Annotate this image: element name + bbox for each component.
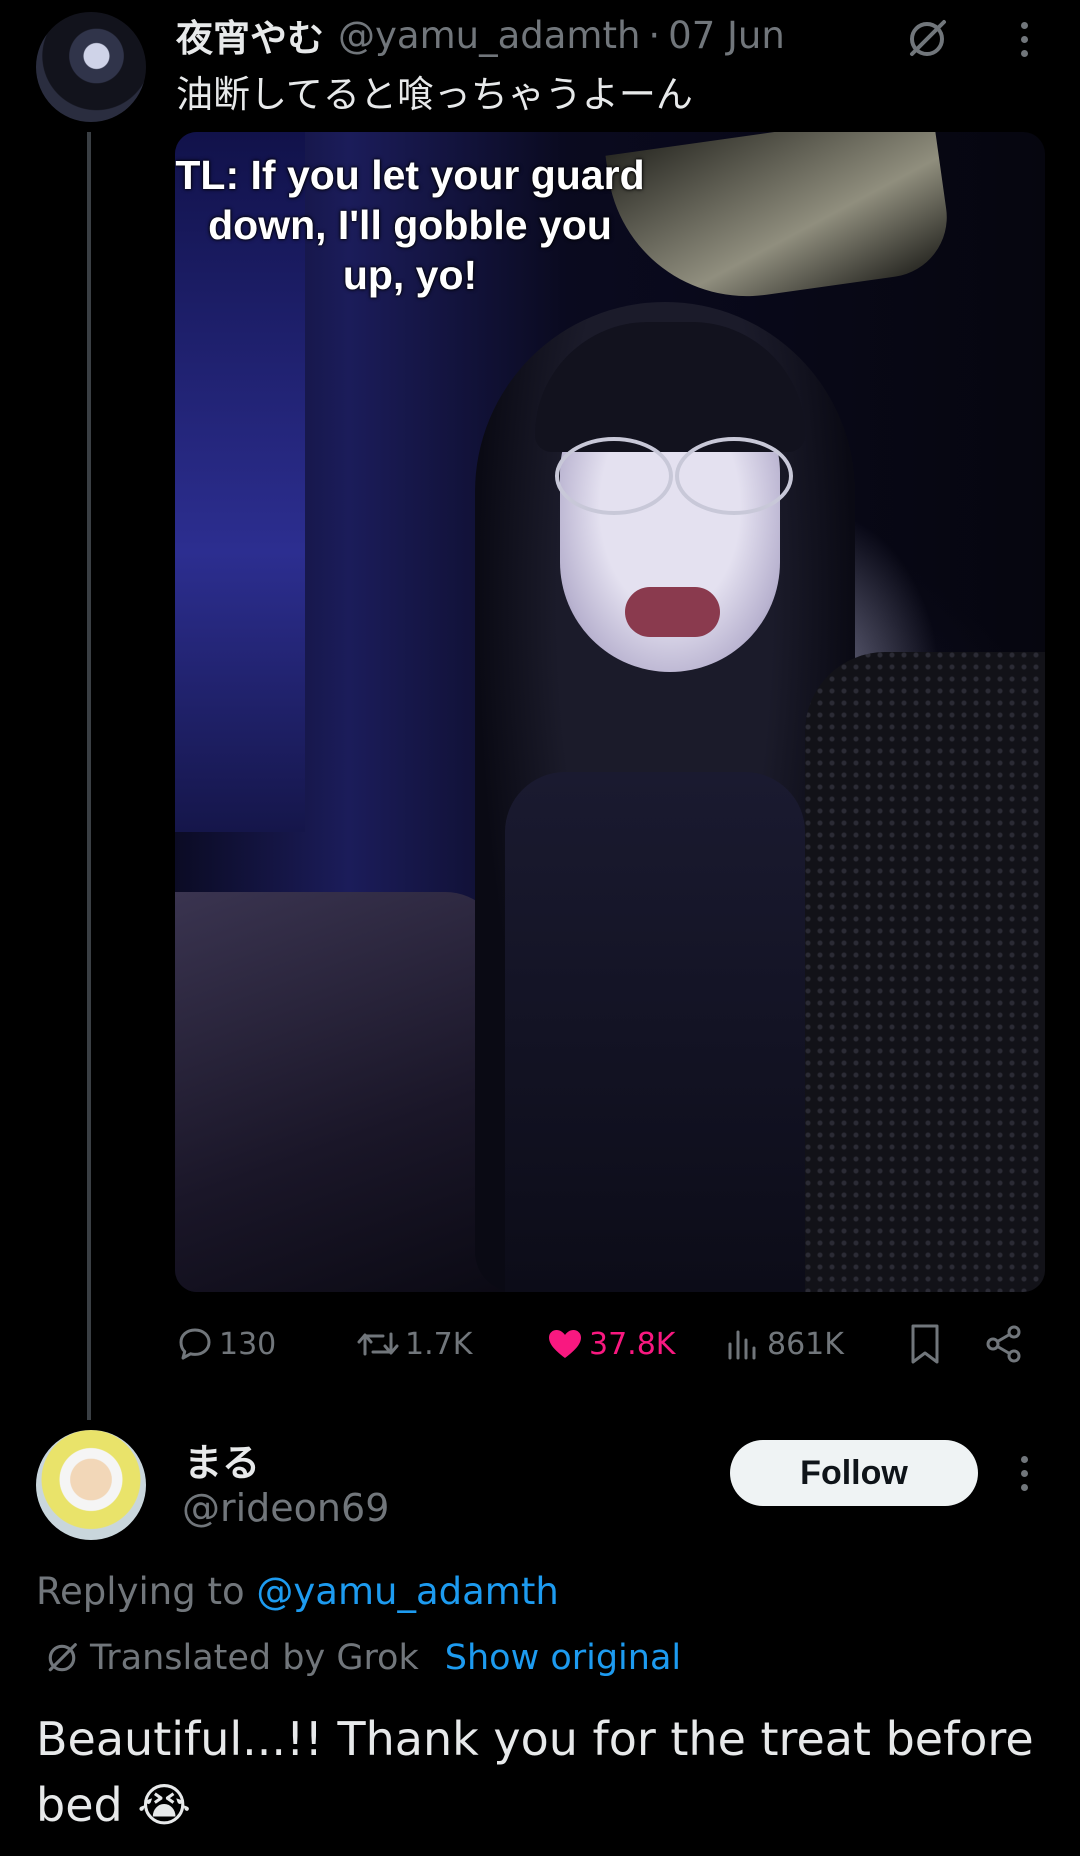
reply-author-avatar[interactable] <box>36 1430 146 1540</box>
photo-caption: TL: If you let your guard down, I'll gob… <box>175 152 645 298</box>
photo-lips <box>625 587 720 637</box>
header-separator: · <box>648 13 661 57</box>
tweet-date[interactable]: 07 Jun <box>668 14 785 57</box>
translation-row: Translated by Grok Show original <box>44 1634 681 1682</box>
translated-label: Translated by Grok <box>90 1638 419 1678</box>
tweet-header: 夜宵やむ @yamu_adamth · 07 Jun <box>176 8 785 62</box>
replying-to: Replying to @yamu_adamth <box>36 1570 559 1613</box>
author-handle[interactable]: @yamu_adamth <box>338 14 640 57</box>
share-icon <box>986 1325 1021 1363</box>
reply-text: Beautiful...!! Thank you for the treat b… <box>36 1712 1034 1832</box>
heart-icon <box>549 1330 581 1358</box>
tweet-text: 油断してると喰っちゃうよーん <box>176 73 693 116</box>
photo-sofa <box>175 892 505 1292</box>
show-original-link[interactable]: Show original <box>445 1638 681 1678</box>
like-action[interactable]: 37.8K <box>545 1322 675 1366</box>
reply-more-vertical-icon[interactable] <box>1006 1448 1042 1498</box>
share-action[interactable] <box>983 1322 1025 1366</box>
tweet-photo[interactable]: TL: If you let your guard down, I'll gob… <box>175 132 1045 1292</box>
replying-prefix: Replying to <box>36 1570 245 1613</box>
photo-sign <box>605 132 955 315</box>
photo-glasses-right <box>675 437 793 515</box>
like-count: 37.8K <box>589 1326 676 1362</box>
comment-icon <box>179 1328 211 1360</box>
more-vertical-icon[interactable] <box>1006 14 1042 64</box>
grok-icon <box>48 1643 77 1672</box>
views-count: 861K <box>767 1326 844 1362</box>
analytics-icon <box>728 1330 756 1360</box>
reply-display-name[interactable]: まる <box>184 1432 260 1487</box>
photo-body <box>505 772 805 1292</box>
author-avatar[interactable] <box>36 12 146 122</box>
repost-icon <box>357 1332 399 1356</box>
thread-line <box>87 132 91 1420</box>
author-display-name[interactable]: 夜宵やむ <box>176 8 324 62</box>
repost-action[interactable]: 1.7K <box>355 1322 472 1366</box>
bookmark-action[interactable] <box>905 1322 945 1366</box>
bookmark-icon <box>911 1324 939 1364</box>
photo-jacket <box>805 652 1045 1292</box>
grok-translate-icon[interactable] <box>904 16 950 62</box>
reply-action[interactable]: 130 <box>175 1322 276 1366</box>
photo-glasses-left <box>555 437 673 515</box>
reply-handle[interactable]: @rideon69 <box>182 1486 389 1530</box>
tweet-actions: 130 1.7K 37.8K 861K <box>175 1322 1045 1366</box>
reply-count: 130 <box>219 1326 277 1362</box>
repost-count: 1.7K <box>405 1326 473 1362</box>
views-action[interactable]: 861K <box>723 1322 844 1366</box>
replying-mention[interactable]: @yamu_adamth <box>256 1570 558 1613</box>
follow-button[interactable]: Follow <box>730 1440 978 1506</box>
